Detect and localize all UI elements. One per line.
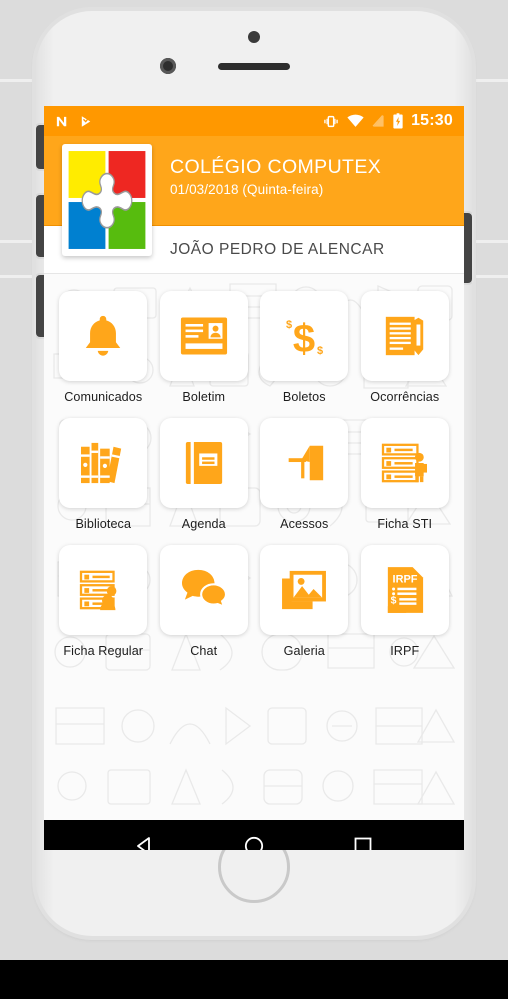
signal-off-icon — [372, 115, 384, 127]
menu-card[interactable] — [159, 418, 248, 508]
checklist-person-icon — [80, 570, 117, 611]
menu-grid-area: Comunicados Boletim $ $ $ Boletos Ocorrê… — [44, 274, 464, 820]
battery-charging-icon — [393, 113, 403, 129]
menu-item-label: Galeria — [283, 644, 325, 658]
svg-text:$: $ — [293, 317, 315, 360]
menu-card[interactable] — [59, 545, 148, 635]
menu-item-ficha-regular[interactable]: Ficha Regular — [56, 545, 151, 658]
wifi-icon — [347, 114, 364, 127]
menu-item-irpf[interactable]: IRPF $ IRPF — [358, 545, 453, 658]
menu-item-boletim[interactable]: Boletim — [157, 291, 252, 404]
home-button[interactable] — [242, 834, 266, 850]
menu-item-label: Agenda — [181, 517, 226, 531]
menu-card[interactable] — [59, 291, 148, 381]
menu-item-agenda[interactable]: Agenda — [157, 418, 252, 531]
menu-item-label: Comunicados — [64, 390, 143, 404]
books-icon — [81, 442, 122, 484]
dollar-icon: $ $ $ — [286, 317, 323, 360]
student-name-label: JOÃO PEDRO DE ALENCAR — [170, 240, 385, 258]
chat-bubbles-icon — [181, 569, 227, 609]
back-button[interactable] — [133, 834, 157, 850]
menu-item-chat[interactable]: Chat — [157, 545, 252, 658]
menu-card[interactable]: IRPF $ — [360, 545, 449, 635]
menu-item-label: Ficha STI — [377, 517, 433, 531]
menu-card[interactable] — [260, 545, 349, 635]
menu-item-boletos[interactable]: $ $ $ Boletos — [257, 291, 352, 404]
menu-item-label: Boletim — [182, 390, 226, 404]
menu-card[interactable] — [59, 418, 148, 508]
menu-card[interactable] — [360, 291, 449, 381]
phone-screen: 15:30 COLÉGIO COMPUTEX 01/03/2018 (Quint… — [44, 106, 464, 850]
menu-card[interactable] — [159, 545, 248, 635]
vibrate-icon — [324, 115, 338, 127]
school-logo-card — [62, 144, 152, 256]
menu-item-label: Ocorrências — [370, 390, 440, 404]
menu-item-ficha-sti[interactable]: Ficha STI — [358, 418, 453, 531]
menu-item-label: Ficha Regular — [63, 644, 144, 658]
current-date-label: 01/03/2018 (Quinta-feira) — [170, 182, 324, 198]
menu-item-label: IRPF — [390, 644, 420, 658]
status-bar-clock: 15:30 — [411, 112, 453, 129]
menu-card[interactable]: $ $ $ — [260, 291, 349, 381]
document-pencil-icon — [385, 316, 423, 356]
recents-button[interactable] — [351, 834, 375, 850]
menu-item-label: Acessos — [280, 517, 329, 531]
menu-item-acessos[interactable]: Acessos — [257, 418, 352, 531]
svg-text:$: $ — [317, 345, 323, 357]
notebook-icon — [185, 442, 222, 484]
menu-item-label: Chat — [190, 644, 218, 658]
id-card-icon — [180, 317, 227, 355]
menu-item-ocorrencias[interactable]: Ocorrências — [358, 291, 453, 404]
menu-card[interactable] — [360, 418, 449, 508]
turnstile-icon — [288, 445, 324, 481]
puzzle-logo-icon — [68, 151, 146, 249]
front-camera-icon — [248, 31, 260, 43]
status-bar: 15:30 — [44, 106, 464, 136]
proximity-sensor-icon — [160, 58, 176, 74]
checklist-student-icon — [381, 443, 427, 483]
screenshot-root: 15:30 COLÉGIO COMPUTEX 01/03/2018 (Quint… — [0, 0, 508, 999]
app-menu-grid: Comunicados Boletim $ $ $ Boletos Ocorrê… — [44, 274, 464, 658]
n-notification-icon — [56, 116, 67, 126]
menu-item-comunicados[interactable]: Comunicados — [56, 291, 151, 404]
android-navigation-bar — [44, 820, 464, 850]
menu-item-label: Boletos — [282, 390, 326, 404]
menu-item-biblioteca[interactable]: Biblioteca — [56, 418, 151, 531]
menu-card[interactable] — [260, 418, 349, 508]
irpf-document-icon: IRPF $ — [387, 567, 423, 613]
earpiece-speaker — [218, 63, 290, 70]
school-name-title: COLÉGIO COMPUTEX — [170, 156, 382, 178]
menu-item-galeria[interactable]: Galeria — [257, 545, 352, 658]
menu-item-label: Biblioteca — [75, 517, 132, 531]
bell-icon — [86, 315, 121, 356]
svg-text:$: $ — [286, 319, 292, 331]
photos-icon — [282, 570, 327, 610]
menu-card[interactable] — [159, 291, 248, 381]
svg-text:IRPF: IRPF — [392, 573, 417, 585]
svg-text:$: $ — [390, 595, 396, 606]
play-check-notification-icon — [81, 115, 91, 127]
